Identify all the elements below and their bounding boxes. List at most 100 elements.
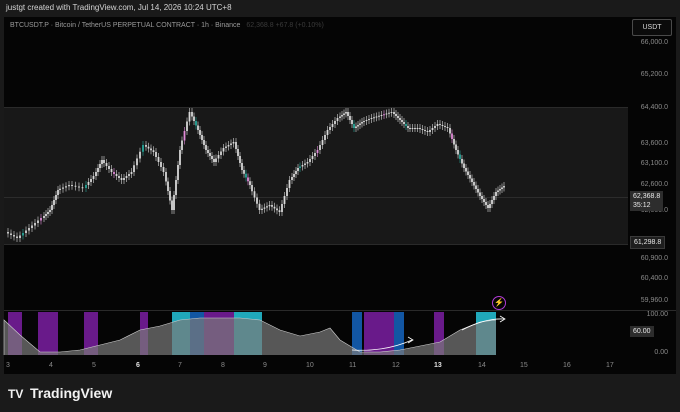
candle-body (211, 156, 213, 159)
candle-body (183, 131, 186, 141)
candle-body (487, 205, 489, 208)
candle-body (243, 170, 245, 174)
candle-body (477, 189, 479, 193)
candle-body (368, 119, 370, 120)
candle-body (85, 185, 87, 188)
candle-body (424, 130, 426, 131)
candle-body (501, 187, 503, 189)
candle-body (266, 206, 268, 208)
candle-body (13, 235, 15, 237)
candle-body (497, 190, 499, 192)
time-axis-label: 16 (563, 362, 571, 369)
candle-body (357, 125, 359, 127)
time-axis-label: 10 (306, 362, 314, 369)
tradingview-logo-icon: TV (8, 387, 24, 401)
candle-body (92, 176, 95, 179)
candle-body (483, 199, 485, 202)
candle-body (51, 205, 53, 210)
candle-body (347, 112, 349, 116)
candle-body (465, 168, 467, 172)
candle-body (150, 148, 152, 151)
time-axis-label: 4 (49, 362, 53, 369)
brand-name: TradingView (30, 385, 113, 401)
candle-body (171, 200, 173, 210)
candle-body (195, 121, 197, 126)
candle-body (446, 127, 449, 128)
candle-body (28, 228, 30, 231)
candle-body (19, 235, 21, 238)
candle-body (436, 124, 439, 126)
candle-body (349, 116, 351, 120)
candle-body (268, 205, 271, 207)
candle-body (407, 126, 409, 128)
candle-body (353, 124, 355, 128)
candle-body (175, 180, 177, 195)
candle-body (299, 166, 301, 168)
candle-body (297, 168, 299, 171)
candle-body (230, 143, 232, 145)
time-axis-label: 6 (136, 362, 140, 369)
candle-body (43, 216, 45, 218)
candle-body (245, 173, 247, 178)
candle-body (207, 150, 209, 153)
candle-body (293, 174, 295, 177)
candle-body (145, 145, 147, 147)
candle-body (405, 124, 407, 126)
candle-body (188, 112, 191, 122)
candle-body (421, 129, 424, 130)
candle-body (491, 200, 493, 204)
candle-body (411, 128, 414, 129)
candle-body (258, 203, 261, 210)
candle-body (205, 145, 207, 150)
candle-body (108, 166, 110, 169)
candle-body (388, 112, 390, 114)
time-axis-label: 14 (478, 362, 486, 369)
time-axis-label: 13 (434, 362, 442, 369)
candle-body (256, 197, 258, 204)
candle-body (319, 145, 321, 150)
candle-body (461, 159, 463, 164)
candle-body (499, 189, 501, 191)
candle-body (162, 167, 165, 172)
candle-body (55, 195, 57, 200)
candle-body (311, 156, 314, 159)
candle-body (473, 182, 475, 186)
candle-body (123, 178, 125, 180)
candle-body (65, 186, 67, 188)
candle-body (467, 171, 469, 175)
candle-body (241, 163, 243, 170)
candle-body (142, 145, 144, 152)
candle-body (155, 152, 157, 157)
candle-body (363, 121, 365, 122)
candle-body (105, 163, 108, 166)
candle-body (87, 182, 90, 185)
candle-body (215, 158, 217, 162)
oscillator-band (364, 312, 394, 355)
candle-body (263, 207, 266, 209)
candle-body (441, 125, 444, 126)
candle-body (380, 115, 383, 116)
candle-body (136, 158, 138, 166)
candle-body (431, 128, 434, 130)
candle-body (378, 115, 380, 117)
candle-body (475, 185, 477, 189)
candle-body (120, 178, 123, 180)
candle-body (434, 126, 436, 128)
candle-body (393, 112, 395, 114)
candle-body (181, 140, 183, 150)
candle-body (152, 150, 155, 152)
candle-body (227, 145, 230, 147)
candle-body (99, 164, 101, 168)
trend-arrow-head (407, 336, 414, 344)
candle-body (324, 135, 326, 140)
footer: TV TradingView (0, 374, 680, 412)
candle-body (331, 124, 334, 127)
time-axis-label: 9 (263, 362, 267, 369)
candle-body (373, 117, 375, 119)
candle-body (199, 130, 201, 135)
candle-body (139, 151, 141, 159)
candle-body (128, 174, 130, 176)
candle-body (157, 157, 160, 162)
candle-body (125, 176, 128, 178)
candle-body (397, 116, 399, 118)
